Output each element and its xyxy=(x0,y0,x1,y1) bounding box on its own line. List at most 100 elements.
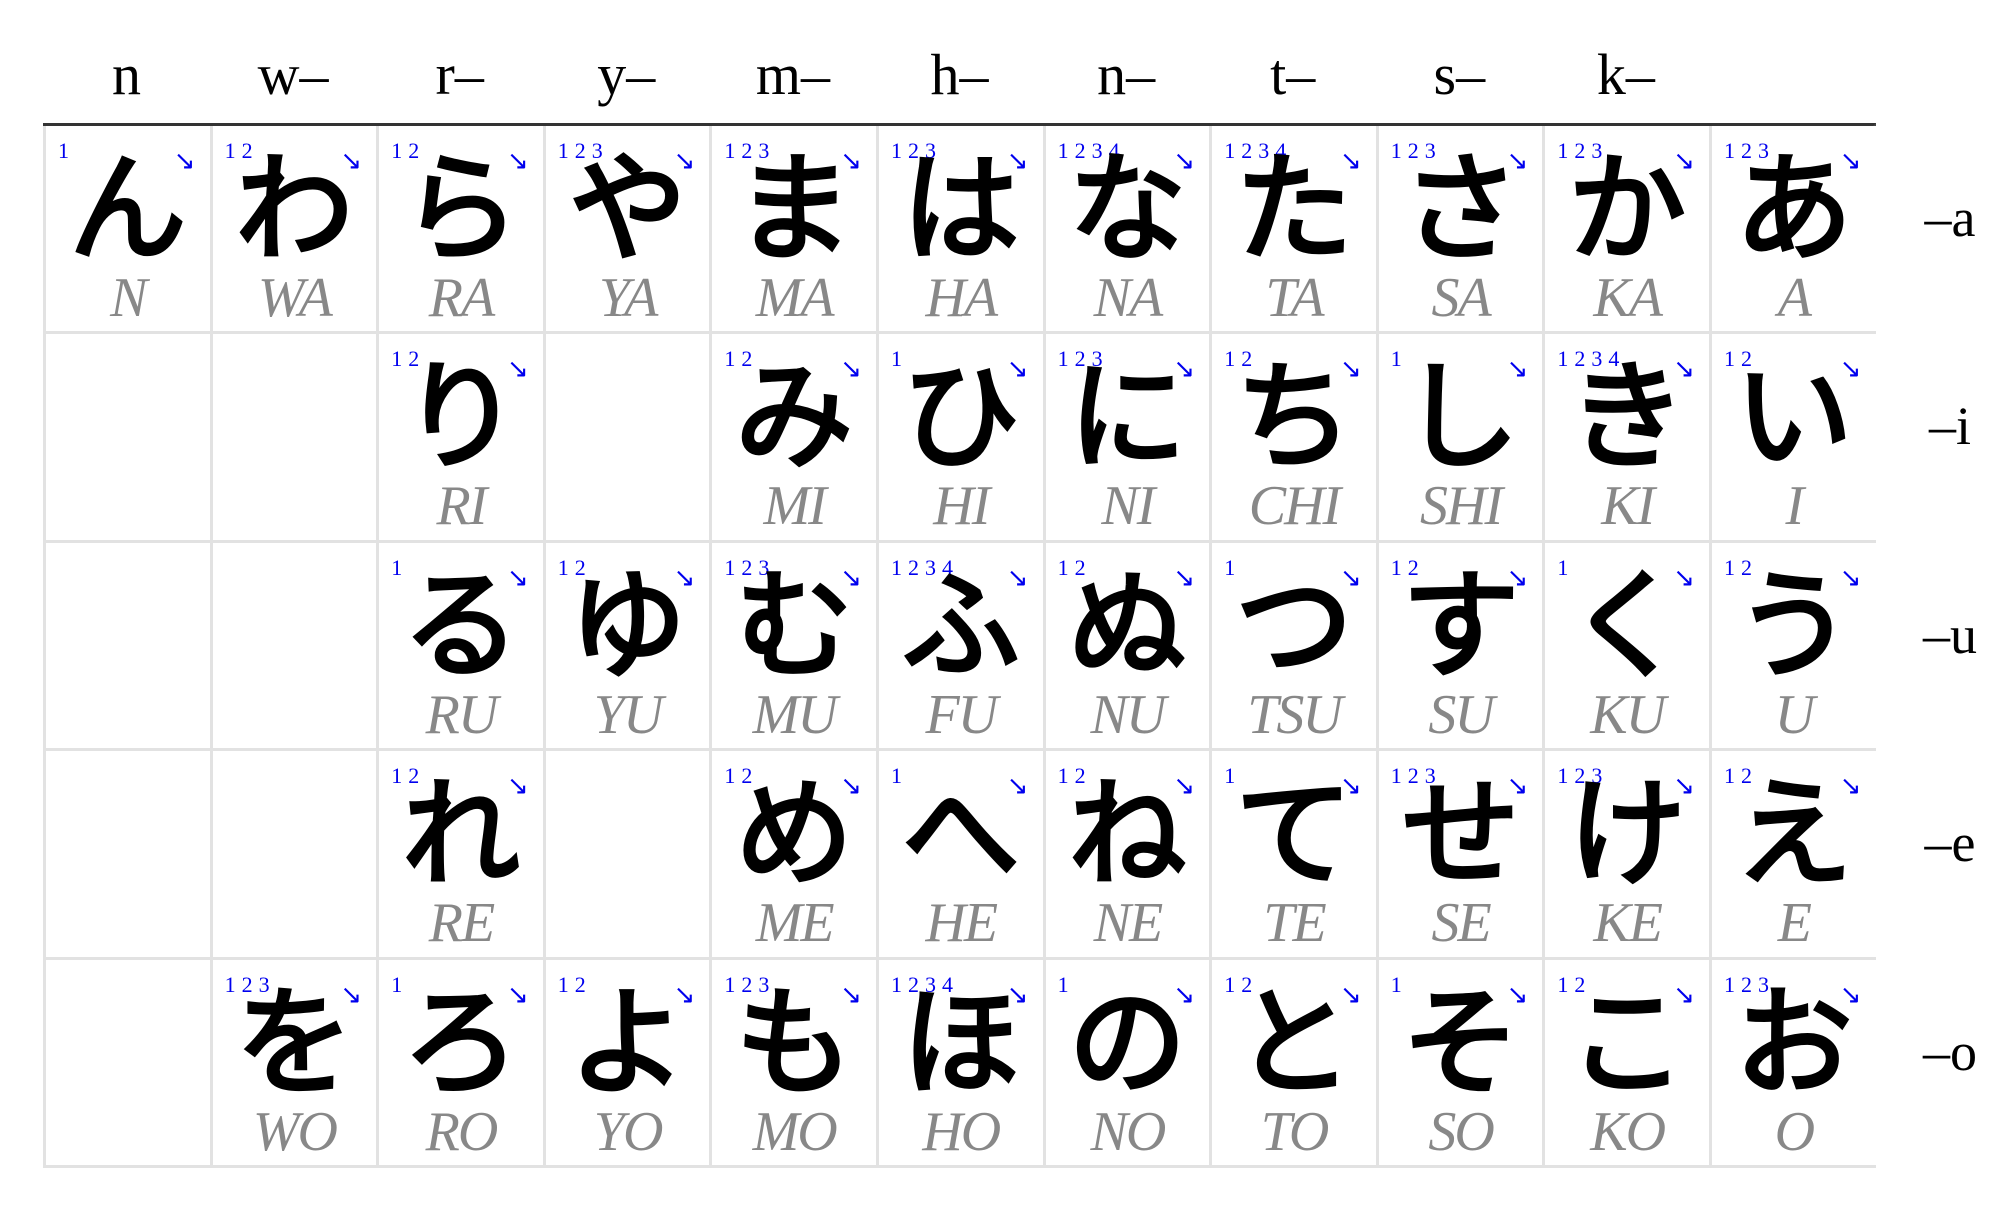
kana-cell: 1 2 ↘ と TO xyxy=(1209,959,1376,1168)
kana-cell: 1 2 3 ↘ さ SA xyxy=(1375,126,1543,335)
hiragana-character: う xyxy=(1734,556,1853,695)
romaji-label: HO xyxy=(922,1100,1001,1163)
romaji-label: NE xyxy=(1093,892,1164,955)
hiragana-character: ろ xyxy=(401,973,520,1112)
row-header: –i xyxy=(1928,396,1971,457)
empty-cell xyxy=(542,334,710,543)
hiragana-character: め xyxy=(735,765,854,904)
romaji-label: SA xyxy=(1431,267,1491,329)
romaji-label: N xyxy=(110,267,147,329)
hiragana-character: ひ xyxy=(901,348,1020,487)
romaji-label: SHI xyxy=(1420,475,1503,538)
hiragana-character: ま xyxy=(735,140,854,278)
kana-cell: 1 ↘ そ SO xyxy=(1375,959,1543,1168)
kana-cell: 1 2 ↘ こ KO xyxy=(1542,959,1709,1168)
hiragana-character: に xyxy=(1068,348,1187,487)
hiragana-character: ゆ xyxy=(568,556,687,695)
kana-cell: 1 ↘ ん N xyxy=(43,126,210,335)
hiragana-character: よ xyxy=(568,973,687,1112)
kana-cell: 1 2 ↘ よ YO xyxy=(542,959,710,1168)
hiragana-character: ち xyxy=(1234,348,1353,487)
column-header: r– xyxy=(435,42,484,107)
column-header: n xyxy=(112,42,141,107)
kana-cell: 1 2 3 4 ↘ ほ HO xyxy=(876,959,1043,1168)
romaji-label: SU xyxy=(1428,683,1494,746)
kana-cell: 1 2 3 4 ↘ き KI xyxy=(1542,334,1709,543)
hiragana-character: や xyxy=(568,140,687,278)
hiragana-character: あ xyxy=(1734,140,1853,278)
kana-cell: 1 2 ↘ り RI xyxy=(376,334,543,543)
romaji-label: HE xyxy=(925,892,998,955)
hiragana-grid: 1 ↘ ん N 1 2 ↘ わ WA 1 2 ↘ ら RA 1 2 3 ↘ や YA 1 2 3 ↘ ま MA 1 2 3 ↘ は HA 1 2 3… xyxy=(43,123,1876,1168)
kana-cell: 1 ↘ く KU xyxy=(1542,542,1709,752)
hiragana-character: け xyxy=(1568,765,1687,904)
column-header: h– xyxy=(930,42,989,107)
romaji-label: HI xyxy=(933,475,990,538)
row-header: –a xyxy=(1924,188,1976,248)
empty-cell xyxy=(43,751,210,960)
kana-cell: 1 2 3 ↘ お O xyxy=(1709,959,1876,1168)
hiragana-character: そ xyxy=(1401,973,1520,1112)
romaji-label: KO xyxy=(1590,1100,1666,1163)
kana-cell: 1 2 3 4 ↘ た TA xyxy=(1209,126,1376,335)
column-header: k– xyxy=(1596,42,1655,107)
romaji-label: KE xyxy=(1593,892,1663,955)
romaji-label: ME xyxy=(755,892,835,955)
romaji-label: RE xyxy=(428,892,495,955)
hiragana-character: お xyxy=(1734,973,1853,1112)
column-header: y– xyxy=(597,42,656,107)
romaji-label: NU xyxy=(1090,683,1166,746)
hiragana-character: て xyxy=(1234,765,1353,904)
kana-cell: 1 ↘ の NO xyxy=(1042,959,1210,1168)
hiragana-character: た xyxy=(1234,140,1353,278)
romaji-label: CHI xyxy=(1248,475,1341,538)
kana-cell: 1 2 ↘ う U xyxy=(1709,542,1876,752)
kana-cell: 1 2 3 ↘ に NI xyxy=(1042,334,1210,543)
romaji-label: TSU xyxy=(1247,683,1343,746)
kana-cell: 1 2 ↘ い I xyxy=(1709,334,1876,543)
empty-cell xyxy=(209,334,377,543)
romaji-label: NA xyxy=(1093,267,1164,329)
romaji-label: YO xyxy=(593,1100,664,1163)
empty-cell xyxy=(209,542,377,752)
romaji-label: E xyxy=(1777,892,1812,955)
romaji-label: YU xyxy=(593,683,664,746)
kana-cell: 1 2 ↘ わ WA xyxy=(209,126,377,335)
romaji-label: U xyxy=(1774,683,1815,746)
row-header: –u xyxy=(1923,604,1977,665)
kana-cell: 1 ↘ し SHI xyxy=(1375,334,1543,543)
romaji-label: MA xyxy=(755,267,835,329)
empty-cell xyxy=(542,751,710,960)
hiragana-character: も xyxy=(735,973,854,1112)
romaji-label: RI xyxy=(436,475,488,538)
hiragana-character: る xyxy=(401,556,520,695)
kana-cell: 1 ↘ つ TSU xyxy=(1209,542,1376,752)
kana-cell: 1 2 3 4 ↘ な NA xyxy=(1042,126,1210,335)
hiragana-character: く xyxy=(1568,556,1687,695)
kana-cell: 1 2 3 ↘ か KA xyxy=(1542,126,1709,335)
romaji-label: RA xyxy=(428,267,495,329)
kana-cell: 1 ↘ る RU xyxy=(376,542,543,752)
romaji-label: KI xyxy=(1601,475,1655,538)
empty-cell xyxy=(43,542,210,752)
kana-cell: 1 2 3 4 ↘ ふ FU xyxy=(876,542,1043,752)
empty-cell xyxy=(209,751,377,960)
kana-cell: 1 2 3 ↘ は HA xyxy=(876,126,1043,335)
romaji-label: SO xyxy=(1428,1100,1494,1163)
hiragana-character: れ xyxy=(401,765,520,904)
kana-cell: 1 2 ↘ ち CHI xyxy=(1209,334,1376,543)
hiragana-character: か xyxy=(1568,140,1687,278)
romaji-label: NI xyxy=(1101,475,1155,538)
empty-cell xyxy=(43,959,210,1168)
hiragana-character: さ xyxy=(1401,140,1520,278)
kana-cell: 1 2 ↘ れ RE xyxy=(376,751,543,960)
column-header: w– xyxy=(257,42,329,107)
kana-cell: 1 2 ↘ ゆ YU xyxy=(542,542,710,752)
column-header: n– xyxy=(1097,42,1156,107)
hiragana-character: え xyxy=(1734,765,1853,904)
kana-cell: 1 2 3 ↘ ま MA xyxy=(709,126,876,335)
column-header: s– xyxy=(1433,42,1486,107)
hiragana-character: な xyxy=(1068,140,1187,278)
row-header: –e xyxy=(1924,813,1976,874)
romaji-label: RO xyxy=(425,1100,499,1163)
